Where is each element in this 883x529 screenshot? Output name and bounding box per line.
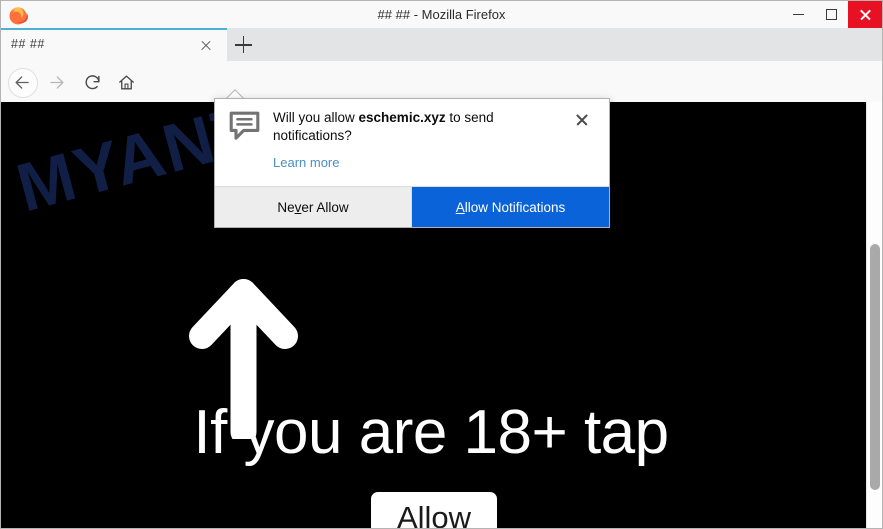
- reload-icon: [85, 74, 100, 89]
- never-allow-post: er Allow: [301, 199, 349, 215]
- new-tab-button[interactable]: [227, 28, 260, 61]
- notification-permission-popup: Will you allow eschemic.xyz to send noti…: [214, 98, 610, 228]
- tab-active[interactable]: ## ##: [1, 28, 227, 61]
- forward-button[interactable]: [43, 69, 69, 95]
- allow-notifications-button[interactable]: Allow Notifications: [412, 187, 609, 227]
- notification-bubble-icon: [229, 111, 260, 140]
- minimize-button[interactable]: [782, 1, 815, 28]
- never-allow-pre: Ne: [277, 199, 295, 215]
- learn-more-link[interactable]: Learn more: [273, 155, 339, 170]
- forward-arrow-icon: [49, 75, 64, 89]
- allow-accesskey: A: [455, 199, 465, 215]
- popup-body: Will you allow eschemic.xyz to send noti…: [215, 99, 609, 186]
- popup-message: Will you allow eschemic.xyz to send noti…: [273, 109, 563, 145]
- never-allow-button[interactable]: Ne v er Allow: [215, 187, 412, 227]
- popup-message-prefix: Will you allow: [273, 110, 359, 125]
- tab-close-icon[interactable]: [197, 36, 215, 54]
- maximize-button[interactable]: [815, 1, 848, 28]
- popup-footer: Ne v er Allow Allow Notifications: [215, 186, 609, 227]
- page-headline: If you are 18+ tap: [193, 398, 669, 467]
- close-window-button[interactable]: [848, 1, 882, 28]
- never-allow-accesskey: v: [294, 199, 302, 215]
- popup-close-icon[interactable]: [571, 108, 593, 130]
- home-button[interactable]: [113, 69, 139, 95]
- minimize-icon: [793, 14, 804, 15]
- reload-button[interactable]: [79, 69, 105, 95]
- allow-post: llow Notifications: [464, 199, 566, 215]
- tab-strip: ## ##: [1, 28, 882, 61]
- popup-message-host: eschemic.xyz: [358, 110, 446, 125]
- scrollbar-thumb[interactable]: [870, 244, 880, 490]
- maximize-icon: [826, 9, 837, 20]
- home-icon: [118, 74, 134, 90]
- title-bar: ## ## - Mozilla Firefox: [1, 1, 882, 29]
- back-button[interactable]: [9, 69, 35, 95]
- window-title: ## ## - Mozilla Firefox: [377, 7, 506, 22]
- window-controls: [782, 1, 882, 28]
- vertical-scrollbar[interactable]: [866, 102, 882, 528]
- firefox-window: ## ## - Mozilla Firefox ## ## If you are…: [0, 0, 883, 529]
- close-icon: [859, 8, 872, 21]
- page-allow-button[interactable]: Allow: [371, 492, 497, 528]
- tab-title: ## ##: [11, 37, 45, 51]
- back-arrow-icon: [14, 75, 29, 89]
- navigation-toolbar: https://eschemic.xyz/SISC?tag_id=709056&…: [1, 61, 882, 157]
